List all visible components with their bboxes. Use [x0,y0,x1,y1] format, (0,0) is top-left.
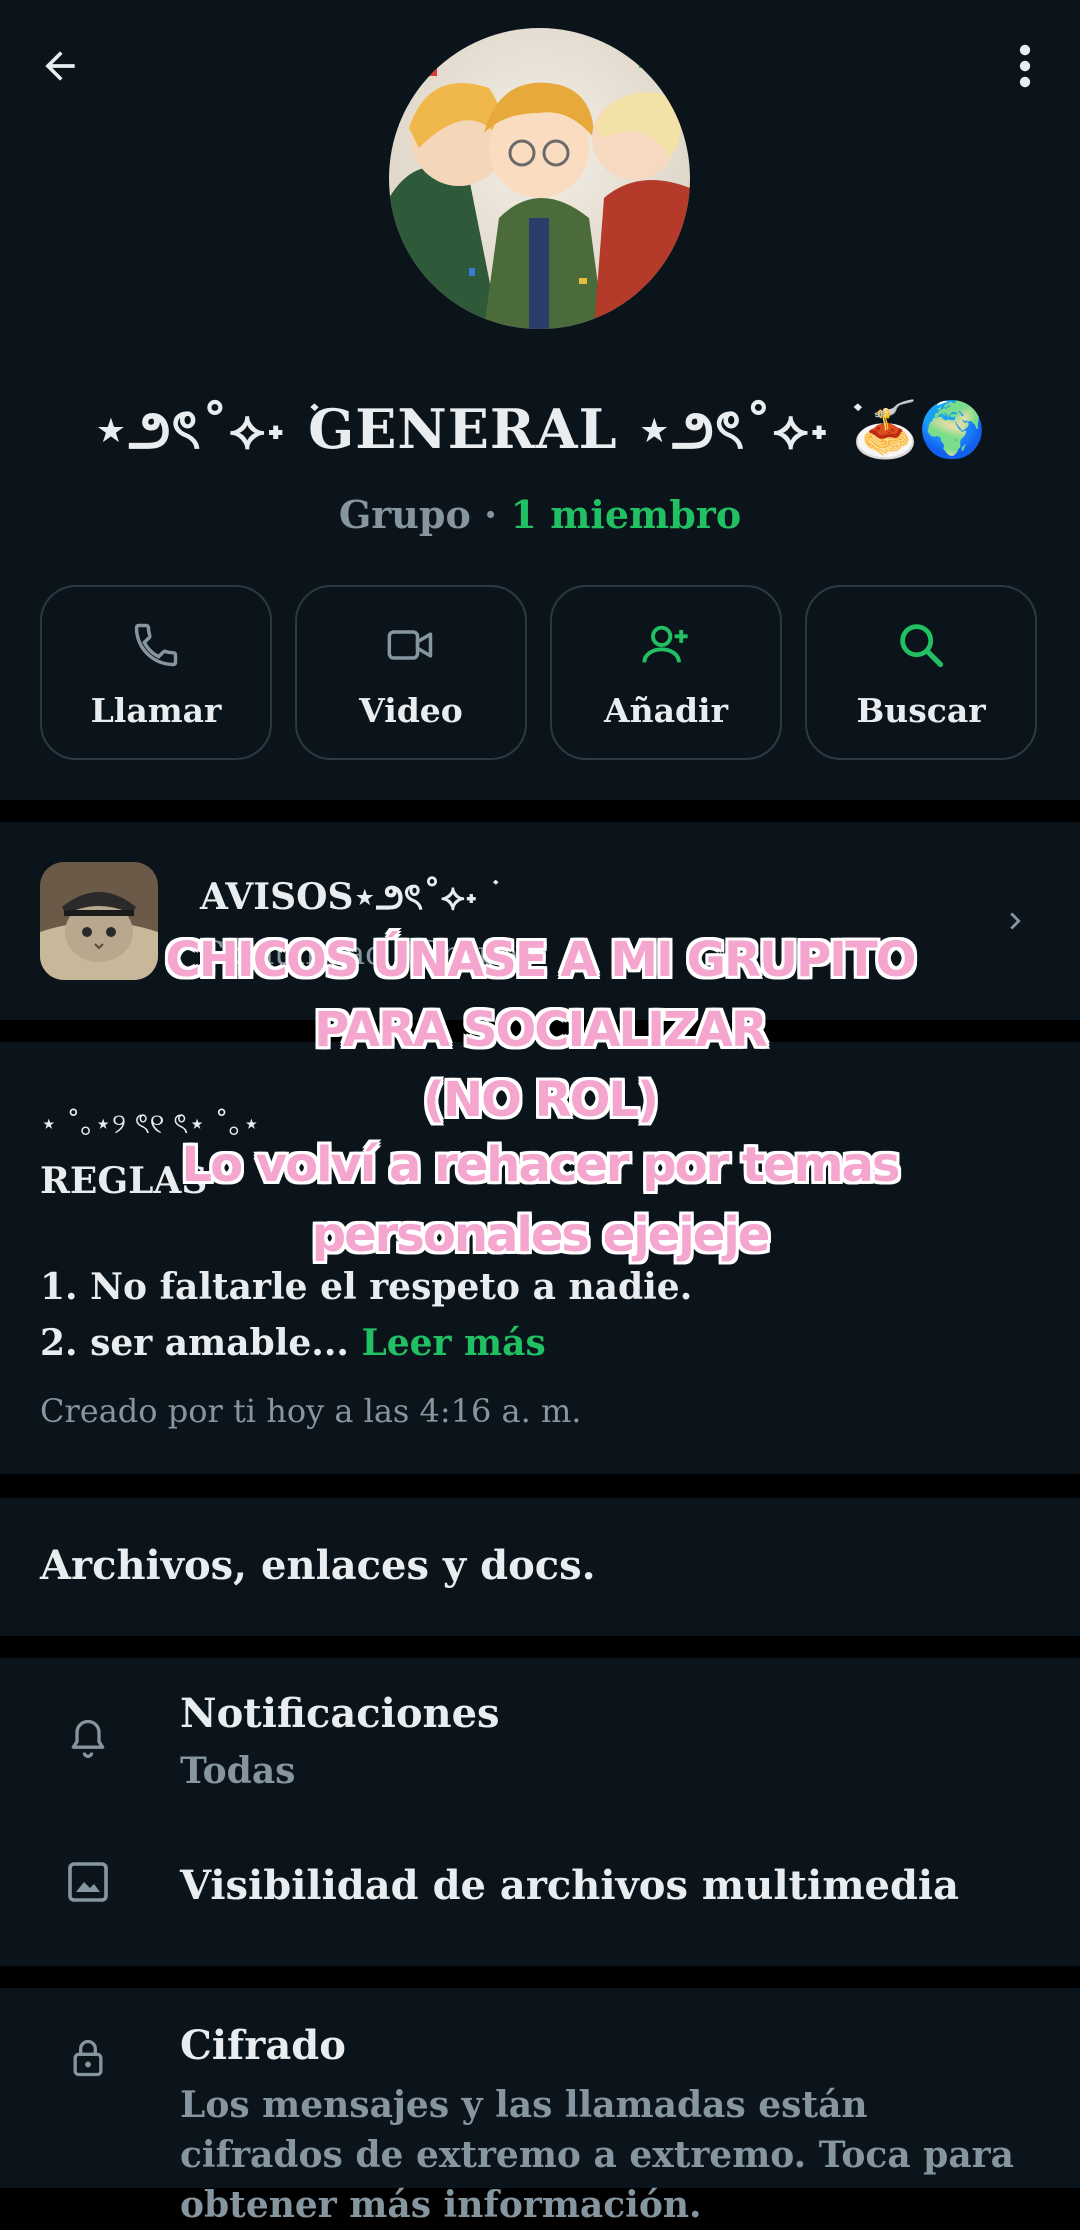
group-avatar[interactable] [389,28,690,329]
settings-section: Notificaciones Todas Visibilidad de arch… [0,1658,1080,1966]
created-info: Creado por ti hoy a las 4:16 a. m. [40,1392,582,1430]
arrow-back-icon [45,51,75,81]
group-subtitle[interactable]: Grupo · 1 miembro [0,492,1080,537]
more-options-button[interactable] [1000,36,1050,96]
media-title: Archivos, enlaces y docs. [40,1542,596,1589]
overlay-line-5: personales ejejeje [311,1207,771,1263]
media-visibility-row[interactable]: Visibilidad de archivos multimedia [0,1822,1080,1966]
group-avatar-image [389,28,690,329]
overlay-line-3: (NO ROL) [423,1072,659,1128]
add-person-icon [642,625,688,663]
search-button[interactable]: Buscar [805,585,1037,760]
read-more-link[interactable]: Leer más [361,1322,545,1364]
bell-icon [71,1719,105,1758]
video-button[interactable]: Video [295,585,527,760]
community-name: AVISOS⋆౨ৎ˚⟡˖ ࣪ [200,876,492,918]
description-line-1: 1. No faltarle el respeto a nadie. [40,1266,693,1308]
search-label: Buscar [856,691,986,730]
notifications-title: Notificaciones [180,1690,500,1737]
back-button[interactable] [30,36,90,96]
add-member-label: Añadir [604,691,728,730]
description-line-2-text: 2. ser amable... [40,1322,349,1364]
description-line-2: 2. ser amable... Leer más [40,1322,546,1364]
video-label: Video [359,691,463,730]
group-label: Grupo · [338,492,511,537]
encryption-description: Los mensajes y las llamadas están cifrad… [180,2084,1014,2226]
lock-icon [73,2039,103,2077]
media-section[interactable]: Archivos, enlaces y docs. [0,1498,1080,1636]
media-visibility-title: Visibilidad de archivos multimedia [180,1862,960,1909]
add-member-button[interactable]: Añadir [550,585,782,760]
search-icon [900,624,944,668]
encryption-section: Cifrado Los mensajes y las llamadas está… [0,1988,1080,2226]
encryption-row[interactable]: Cifrado Los mensajes y las llamadas está… [0,1988,1080,2226]
member-count[interactable]: 1 miembro [511,492,742,537]
call-label: Llamar [90,691,222,730]
notifications-value: Todas [180,1750,296,1792]
phone-icon [134,623,178,667]
video-icon [387,630,433,660]
overlay-line-1: CHICOS ÚNASE A MI GRUPITO [165,932,916,988]
notifications-row[interactable]: Notificaciones Todas [0,1658,1080,1822]
encryption-title: Cifrado [180,2022,346,2069]
image-icon [68,1862,108,1902]
group-name[interactable]: ⋆౨ৎ˚⟡˖ ࣪GENERAL ⋆౨ৎ˚⟡˖ ࣪🍝🌍 [0,388,1080,478]
overlay-line-2: PARA SOCIALIZAR [314,1002,768,1058]
overlay-line-4: Lo volví a rehacer por temas [181,1137,901,1193]
group-header: ⋆౨ৎ˚⟡˖ ࣪GENERAL ⋆౨ৎ˚⟡˖ ࣪🍝🌍 Grupo · 1 mie… [0,0,1080,800]
call-button[interactable]: Llamar [40,585,272,760]
more-vert-icon [1019,44,1031,88]
